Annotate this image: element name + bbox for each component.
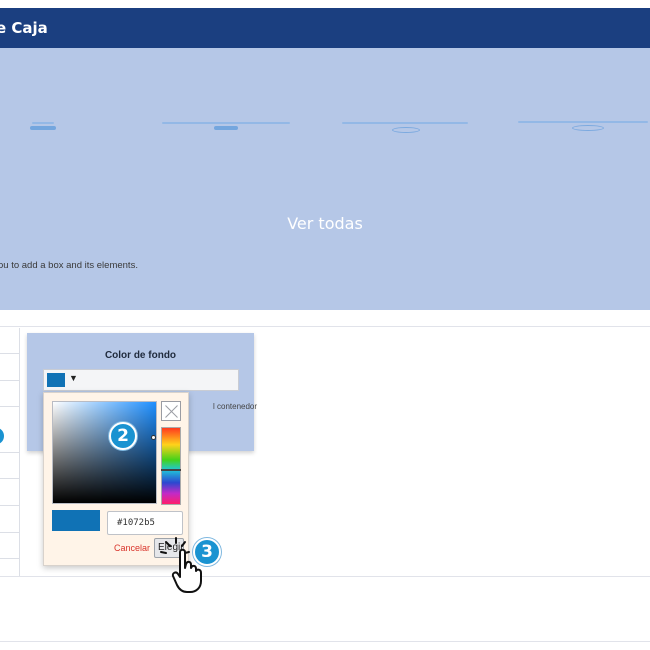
color-dropdown[interactable]: ▼ bbox=[43, 369, 239, 391]
hex-color-input[interactable]: #1072b5 bbox=[107, 511, 183, 535]
cancel-button[interactable]: Cancelar bbox=[114, 543, 150, 553]
decorative-line bbox=[162, 122, 290, 124]
decorative-line bbox=[214, 126, 238, 130]
hand-pointer-icon bbox=[171, 548, 202, 593]
divider bbox=[0, 326, 650, 327]
page-header: e Caja bbox=[0, 8, 650, 48]
divider bbox=[0, 641, 650, 642]
sv-cursor-handle[interactable] bbox=[151, 435, 156, 440]
caret-down-icon: ▼ bbox=[69, 373, 78, 383]
decorative-line bbox=[518, 121, 648, 123]
step-badge-2: 2 bbox=[109, 422, 137, 450]
decorative-oval bbox=[392, 127, 420, 133]
page-title: e Caja bbox=[0, 19, 48, 37]
table-row[interactable] bbox=[0, 380, 20, 381]
decorative-oval bbox=[572, 125, 604, 131]
table-row[interactable] bbox=[0, 532, 20, 533]
decorative-line bbox=[30, 126, 56, 130]
panel-hint-text: l contenedor bbox=[213, 402, 258, 411]
table-row[interactable] bbox=[0, 505, 20, 506]
table-row[interactable] bbox=[0, 478, 20, 479]
divider bbox=[0, 576, 650, 577]
close-icon[interactable] bbox=[161, 401, 181, 421]
table-row[interactable] bbox=[0, 353, 20, 354]
panel-title: Color de fondo bbox=[104, 350, 177, 361]
decorative-line bbox=[32, 122, 54, 124]
saturation-value-area[interactable] bbox=[52, 401, 157, 504]
hue-slider-handle[interactable] bbox=[161, 469, 181, 471]
decorative-line bbox=[342, 122, 468, 124]
color-preview-swatch bbox=[52, 510, 100, 531]
table-row[interactable] bbox=[0, 452, 20, 453]
view-all-link[interactable]: Ver todas bbox=[0, 214, 650, 233]
hero-description: ou to add a box and its elements. bbox=[0, 260, 138, 271]
color-swatch bbox=[47, 373, 65, 387]
table-row[interactable] bbox=[0, 558, 20, 559]
table-row[interactable] bbox=[0, 406, 20, 407]
hue-slider[interactable] bbox=[161, 427, 181, 505]
box-preview-area: Ver todas ou to add a box and its elemen… bbox=[0, 48, 650, 310]
